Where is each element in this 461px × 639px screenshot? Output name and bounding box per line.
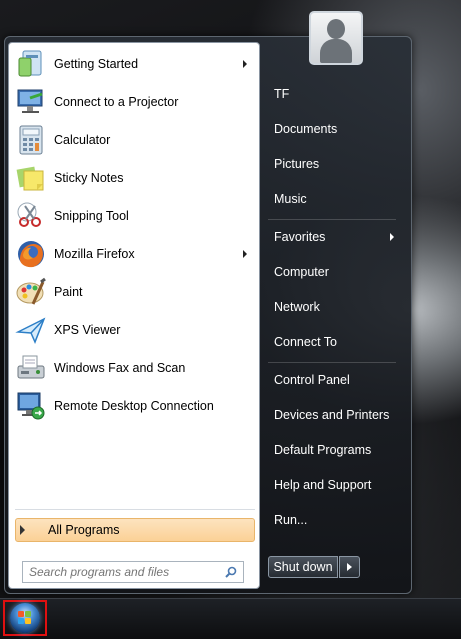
search-input[interactable] [27, 564, 221, 580]
shutdown-button[interactable]: Shut down [268, 556, 338, 578]
expand-arrow-icon [20, 525, 25, 535]
program-paint[interactable]: Paint [11, 274, 257, 310]
paint-icon [15, 276, 47, 308]
submenu-arrow-icon [243, 60, 247, 68]
user-account-picture[interactable] [309, 11, 363, 65]
program-calculator[interactable]: Calculator [11, 122, 257, 158]
remote-desktop-icon [15, 390, 47, 422]
all-programs-button[interactable]: All Programs [15, 518, 255, 542]
right-item-connect-to[interactable]: Connect To [266, 329, 396, 355]
right-item-computer[interactable]: Computer [266, 259, 396, 285]
right-item-music[interactable]: Music [266, 186, 396, 212]
right-item-user-folder[interactable]: TF [266, 81, 396, 107]
xps-viewer-icon [15, 314, 47, 346]
right-item-devices-printers[interactable]: Devices and Printers [266, 402, 396, 428]
program-getting-started[interactable]: Getting Started [11, 46, 257, 82]
windows-start-orb-icon [10, 603, 40, 633]
programs-separator [15, 509, 255, 510]
search-box[interactable] [22, 561, 244, 583]
program-xps-viewer[interactable]: XPS Viewer [11, 312, 257, 348]
programs-pane: Getting Started Connect to a Projector C… [8, 42, 260, 589]
right-item-pictures[interactable]: Pictures [266, 151, 396, 177]
program-fax-scan[interactable]: Windows Fax and Scan [11, 350, 257, 386]
program-connect-projector[interactable]: Connect to a Projector [11, 84, 257, 120]
user-silhouette-icon [327, 19, 345, 39]
program-snipping-tool[interactable]: Snipping Tool [11, 198, 257, 234]
right-item-favorites[interactable]: Favorites [266, 224, 396, 250]
right-separator [268, 362, 396, 363]
start-button[interactable] [3, 600, 47, 636]
submenu-arrow-icon [390, 233, 394, 241]
right-item-run[interactable]: Run... [266, 507, 396, 533]
right-separator [268, 219, 396, 220]
shutdown-arrow-icon [347, 563, 352, 571]
sticky-notes-icon [15, 162, 47, 194]
snipping-tool-icon [15, 200, 47, 232]
firefox-icon [15, 238, 47, 270]
projector-icon [15, 86, 47, 118]
right-item-control-panel[interactable]: Control Panel [266, 367, 396, 393]
program-mozilla-firefox[interactable]: Mozilla Firefox [11, 236, 257, 272]
submenu-arrow-icon [243, 250, 247, 258]
fax-scan-icon [15, 352, 47, 384]
search-icon[interactable] [225, 566, 237, 578]
right-item-documents[interactable]: Documents [266, 116, 396, 142]
right-item-default-programs[interactable]: Default Programs [266, 437, 396, 463]
program-sticky-notes[interactable]: Sticky Notes [11, 160, 257, 196]
getting-started-icon [15, 48, 47, 80]
taskbar [0, 598, 461, 639]
shutdown-options-button[interactable] [339, 556, 360, 578]
right-item-help-support[interactable]: Help and Support [266, 472, 396, 498]
calculator-icon [15, 124, 47, 156]
right-item-network[interactable]: Network [266, 294, 396, 320]
program-remote-desktop[interactable]: Remote Desktop Connection [11, 388, 257, 424]
